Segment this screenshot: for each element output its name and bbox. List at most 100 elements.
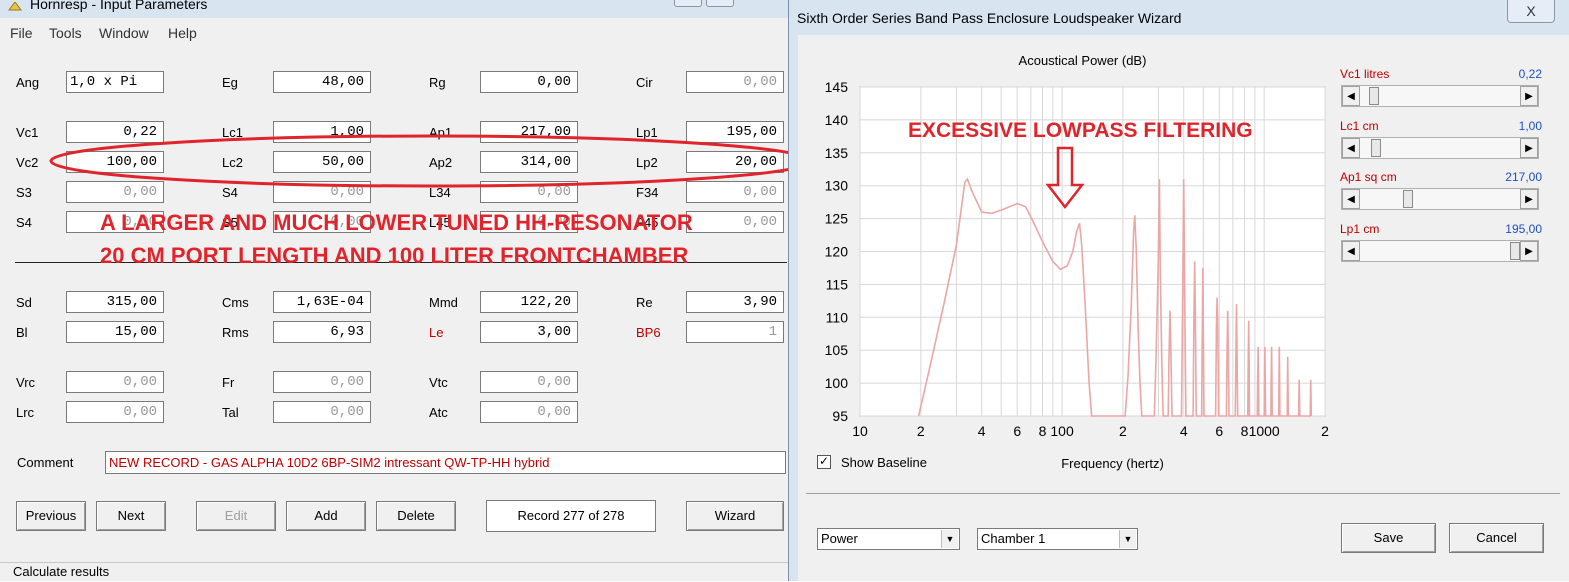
param-label-atc: Atc: [429, 405, 448, 420]
maximize-button[interactable]: [1505, 0, 1506, 1]
annotation-line-1: A LARGER AND MUCH LOWER TUNED HH-RESONAT…: [100, 210, 693, 235]
x-tick-label: 8: [1039, 423, 1047, 439]
param-label-lrc: Lrc: [16, 405, 35, 420]
param-field-atc[interactable]: 0,00: [480, 401, 578, 423]
slider-label: Lc1 cm: [1340, 119, 1379, 133]
scroll-left-icon[interactable]: ◀: [1342, 241, 1360, 261]
status-text: Calculate results: [13, 564, 110, 579]
record-counter-text: Record 277 of 278: [517, 508, 625, 523]
param-label-bp6: BP6: [636, 325, 661, 340]
wizard-client: 95 100 105 110 115 120 125 130 135 140 145 10 2 4 6 8 10…: [798, 35, 1569, 581]
param-field-le[interactable]: 3,00: [480, 321, 578, 343]
x-axis-label: Frequency (hertz): [1061, 456, 1164, 471]
param-label-fr: Fr: [222, 375, 235, 390]
y-tick-label: 125: [825, 211, 849, 227]
slider-label: Lp1 cm: [1340, 222, 1380, 236]
add-button[interactable]: Add: [286, 501, 366, 531]
cancel-button[interactable]: Cancel: [1449, 523, 1544, 553]
scroll-right-icon[interactable]: ▶: [1520, 138, 1538, 158]
param-field-rms[interactable]: 6,93: [273, 321, 371, 343]
slider-thumb[interactable]: [1402, 190, 1413, 208]
power-chart: 9510010511011512012513013514014510 2 4 6 8 10…: [825, 53, 1329, 471]
param-label-rms: Rms: [222, 325, 249, 340]
param-label-bl: Bl: [16, 325, 28, 340]
x-tick-label: 100: [1050, 423, 1074, 439]
close-icon: X: [1526, 3, 1536, 19]
y-tick-label: 135: [825, 145, 849, 161]
param-field-tal[interactable]: 0,00: [273, 401, 371, 423]
scroll-right-icon[interactable]: ▶: [1520, 86, 1538, 106]
param-label-vtc: Vtc: [429, 375, 448, 390]
footer-divider: [806, 493, 1560, 494]
scroll-right-icon[interactable]: ▶: [1520, 189, 1538, 209]
comment-text: NEW RECORD - GAS ALPHA 10D2 6BP-SIM2 int…: [109, 455, 550, 470]
slider-label: Ap1 sq cm: [1340, 170, 1397, 184]
show-baseline-label: Show Baseline: [841, 455, 927, 470]
slider-thumb[interactable]: [1369, 87, 1380, 105]
param-field-bp6[interactable]: 1: [686, 321, 784, 343]
scroll-left-icon[interactable]: ◀: [1342, 138, 1360, 158]
slider-value: 0,22: [1518, 67, 1542, 81]
x-tick-label: 2: [1119, 423, 1127, 439]
y-tick-label: 120: [825, 244, 849, 260]
y-tick-label: 130: [825, 178, 849, 194]
wizard-button[interactable]: Wizard: [686, 501, 784, 531]
x-tick-label: 4: [978, 423, 986, 439]
x-tick-label: 2: [917, 423, 925, 439]
param-label-le: Le: [429, 325, 444, 340]
x-tick-label: 6: [1013, 423, 1021, 439]
slider-thumb[interactable]: [1370, 139, 1381, 157]
param-field-fr[interactable]: 0,00: [273, 371, 371, 393]
delete-button[interactable]: Delete: [376, 501, 456, 531]
slider-thumb[interactable]: [1510, 242, 1521, 260]
chamber-select-value: Chamber 1: [981, 531, 1046, 546]
slider-track[interactable]: ◀ ▶: [1341, 85, 1539, 107]
record-counter: Record 277 of 278: [486, 500, 656, 532]
chevron-down-icon[interactable]: ▼: [941, 530, 958, 548]
previous-button[interactable]: Previous: [16, 501, 86, 531]
view-select-value: Power: [821, 531, 858, 546]
y-tick-label: 100: [825, 375, 849, 391]
annotation-plot-note: EXCESSIVE LOWPASS FILTERING: [908, 119, 1253, 142]
x-tick-label: 2: [1321, 423, 1329, 439]
next-button[interactable]: Next: [96, 501, 166, 531]
y-tick-label: 140: [825, 112, 849, 128]
x-tick-label: 1000: [1249, 423, 1280, 439]
save-button[interactable]: Save: [1341, 523, 1436, 553]
wizard-title: Sixth Order Series Band Pass Enclosure L…: [797, 10, 1182, 26]
close-button[interactable]: X: [1507, 0, 1555, 23]
chevron-down-icon[interactable]: ▼: [1119, 530, 1136, 548]
annotation-line-2: 20 CM PORT LENGTH AND 100 LITER FRONTCHA…: [100, 243, 689, 268]
scroll-right-icon[interactable]: ▶: [1520, 241, 1538, 261]
chamber-select[interactable]: Chamber 1 ▼: [977, 528, 1138, 550]
x-tick-label: 4: [1180, 423, 1188, 439]
param-field-bl[interactable]: 15,00: [66, 321, 164, 343]
status-bar: Calculate results: [0, 562, 793, 582]
y-tick-label: 110: [826, 309, 849, 325]
scroll-left-icon[interactable]: ◀: [1342, 86, 1360, 106]
slider-value: 1,00: [1518, 119, 1542, 133]
x-tick-label: 6: [1215, 423, 1223, 439]
view-select[interactable]: Power ▼: [817, 528, 960, 550]
slider-value: 195,00: [1505, 222, 1542, 236]
show-baseline-checkbox[interactable]: ✓: [817, 455, 831, 469]
y-tick-label: 105: [825, 342, 849, 358]
slider-label: Vc1 litres: [1340, 67, 1390, 81]
comment-label: Comment: [17, 455, 74, 470]
slider-value: 217,00: [1505, 170, 1542, 184]
param-label-tal: Tal: [222, 405, 239, 420]
param-field-lrc[interactable]: 0,00: [66, 401, 164, 423]
comment-field[interactable]: NEW RECORD - GAS ALPHA 10D2 6BP-SIM2 int…: [105, 451, 786, 474]
param-label-vrc: Vrc: [16, 375, 36, 390]
y-tick-label: 115: [826, 276, 849, 292]
x-tick-label: 10: [852, 423, 868, 439]
wizard-window: Sixth Order Series Band Pass Enclosure L…: [788, 0, 1569, 581]
param-field-vtc[interactable]: 0,00: [480, 371, 578, 393]
param-field-vrc[interactable]: 0,00: [66, 371, 164, 393]
slider-track[interactable]: ◀ ▶: [1341, 137, 1539, 159]
slider-track[interactable]: ◀ ▶: [1341, 188, 1539, 210]
edit-button[interactable]: Edit: [196, 501, 276, 531]
slider-track[interactable]: ◀ ▶: [1341, 240, 1539, 262]
scroll-left-icon[interactable]: ◀: [1342, 189, 1360, 209]
x-tick-label: 8: [1241, 423, 1249, 439]
